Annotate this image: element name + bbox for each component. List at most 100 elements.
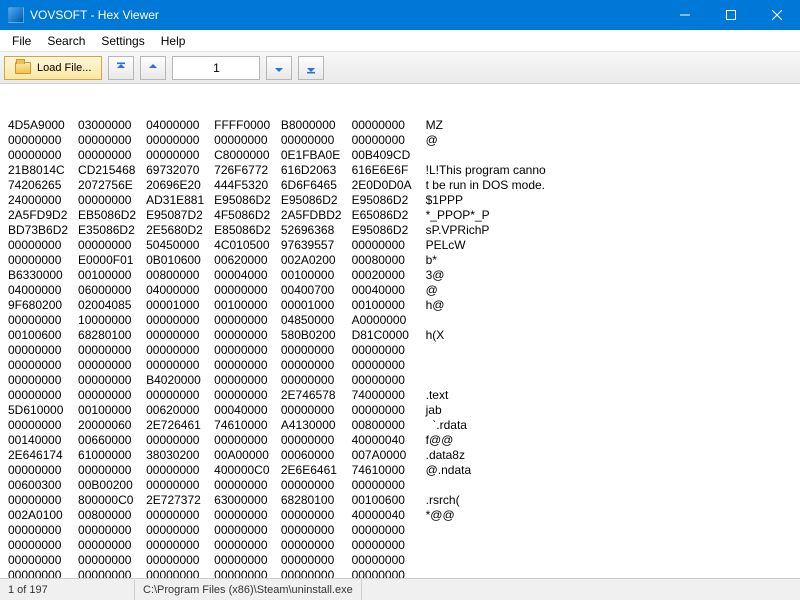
hex-cell: 00100600 [8, 328, 78, 343]
hex-cell: 00000000 [214, 313, 281, 328]
hex-cell: 00000000 [78, 193, 146, 208]
menu-file[interactable]: File [4, 32, 39, 50]
hex-cell: 00000000 [146, 358, 214, 373]
hex-cell: EB5086D2 [78, 208, 146, 223]
window-controls [662, 0, 800, 30]
hex-cell: E35086D2 [78, 223, 146, 238]
hex-row: 000000000000000000000000400000C02E6E6461… [8, 463, 546, 478]
hex-row: 0000000000000000504500004C01050097639557… [8, 238, 546, 253]
hex-cell: 00020000 [352, 268, 422, 283]
hex-cell: 00000000 [352, 373, 422, 388]
menu-help[interactable]: Help [153, 32, 194, 50]
titlebar: VOVSOFT - Hex Viewer [0, 0, 800, 30]
hex-row: 00000000800000C02E7273726300000068280100… [8, 493, 546, 508]
hex-cell: 00B00200 [78, 478, 146, 493]
hex-cell: 4C010500 [214, 238, 281, 253]
first-page-button[interactable] [108, 56, 134, 80]
hex-cell: 00620000 [214, 253, 281, 268]
hex-cell: 726F6772 [214, 163, 281, 178]
ascii-cell [422, 478, 546, 493]
hex-cell: 2E646174 [8, 448, 78, 463]
hex-row: 0000000000000000000000000000000000000000… [8, 133, 546, 148]
hex-cell: 00000000 [78, 553, 146, 568]
hex-cell: 00000000 [78, 373, 146, 388]
hex-row: 0000000000000000000000000000000000000000… [8, 343, 546, 358]
hex-cell: 10000000 [78, 313, 146, 328]
hex-cell: 00000000 [8, 133, 78, 148]
ascii-cell: b* [422, 253, 546, 268]
menu-search[interactable]: Search [39, 32, 93, 50]
hex-cell: 00100000 [78, 268, 146, 283]
hex-cell: 00000000 [78, 538, 146, 553]
page-number-input[interactable] [172, 56, 260, 80]
hex-cell: 2E746578 [281, 388, 352, 403]
maximize-button[interactable] [708, 0, 754, 30]
hex-cell: 00000000 [78, 388, 146, 403]
hex-cell: 00000000 [8, 493, 78, 508]
hex-cell: 00000000 [78, 568, 146, 578]
ascii-cell [422, 538, 546, 553]
hex-cell: 50450000 [146, 238, 214, 253]
hex-cell: 00400700 [281, 283, 352, 298]
hex-cell: 00000000 [78, 238, 146, 253]
last-page-button[interactable] [298, 56, 324, 80]
hex-cell: 00000000 [214, 553, 281, 568]
hex-cell: 04000000 [146, 283, 214, 298]
menu-settings[interactable]: Settings [93, 32, 152, 50]
hex-cell: E0000F01 [78, 253, 146, 268]
hex-cell: A0000000 [352, 313, 422, 328]
hex-cell: 00000000 [214, 328, 281, 343]
hex-cell: 00000000 [8, 148, 78, 163]
hex-cell: 2A5FDBD2 [281, 208, 352, 223]
ascii-cell: .text [422, 388, 546, 403]
close-button[interactable] [754, 0, 800, 30]
menubar: File Search Settings Help [0, 30, 800, 52]
hex-cell: 00660000 [78, 433, 146, 448]
hex-cell: E95086D2 [352, 193, 422, 208]
prev-page-button[interactable] [140, 56, 166, 80]
ascii-cell: *_PPOP*_P [422, 208, 546, 223]
hex-cell: FFFF0000 [214, 118, 281, 133]
load-file-button[interactable]: Load File... [4, 56, 102, 80]
hex-cell: 00000000 [8, 523, 78, 538]
hex-cell: 00100000 [78, 403, 146, 418]
hex-cell: 00800000 [146, 268, 214, 283]
hex-cell: 00000000 [214, 373, 281, 388]
hex-cell: 69732070 [146, 163, 214, 178]
ascii-cell: sP.VPRichP [422, 223, 546, 238]
next-page-button[interactable] [266, 56, 292, 80]
hex-cell: 00000000 [281, 538, 352, 553]
hex-cell: B6330000 [8, 268, 78, 283]
status-filepath: C:\Program Files (x86)\Steam\uninstall.e… [135, 579, 362, 600]
hex-cell: 00000000 [8, 238, 78, 253]
ascii-cell: !L!This program canno [422, 163, 546, 178]
hex-cell: 00000000 [78, 358, 146, 373]
load-file-label: Load File... [37, 62, 91, 74]
hex-cell: 00000000 [146, 148, 214, 163]
hex-cell: 00000000 [146, 388, 214, 403]
hex-cell: 61000000 [78, 448, 146, 463]
hex-cell: 00600300 [8, 478, 78, 493]
ascii-cell [422, 313, 546, 328]
hex-cell: A4130000 [281, 418, 352, 433]
ascii-cell: PELcW [422, 238, 546, 253]
hex-cell: 40000040 [352, 433, 422, 448]
hex-cell: 00000000 [281, 433, 352, 448]
hex-cell: 00000000 [281, 133, 352, 148]
hex-cell: 400000C0 [214, 463, 281, 478]
minimize-button[interactable] [662, 0, 708, 30]
hex-cell: E95087D2 [146, 208, 214, 223]
hex-row: 0000000000000000000000000000000000000000… [8, 538, 546, 553]
hex-cell: 2E6E6461 [281, 463, 352, 478]
hex-row: 742062652072756E20696E20444F53206D6F6465… [8, 178, 546, 193]
hex-view[interactable]: 4D5A90000300000004000000FFFF0000B8000000… [0, 84, 800, 578]
hex-row: 002A010000800000000000000000000000000000… [8, 508, 546, 523]
hex-cell: 00000000 [281, 403, 352, 418]
app-icon [8, 7, 24, 23]
hex-row: BD73B6D2E35086D22E5680D2E85086D252696368… [8, 223, 546, 238]
hex-cell: 00040000 [214, 403, 281, 418]
hex-cell: 2E0D0D0A [352, 178, 422, 193]
hex-cell: 00100600 [352, 493, 422, 508]
hex-cell: 00000000 [146, 328, 214, 343]
hex-cell: 00001000 [281, 298, 352, 313]
